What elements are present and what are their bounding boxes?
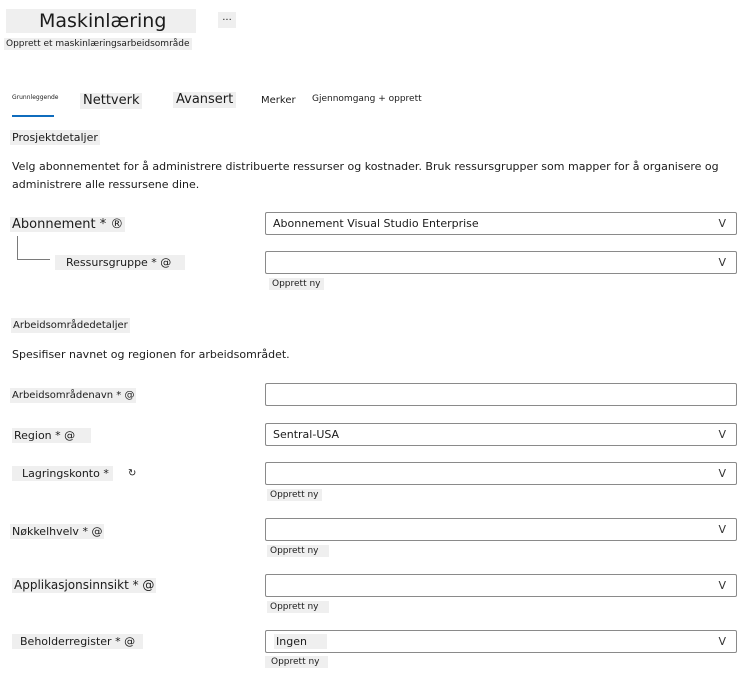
region-select[interactable]: Sentral-USA V	[265, 423, 737, 446]
chevron-down-icon: V	[718, 428, 726, 441]
tab-tags[interactable]: Merker	[261, 95, 296, 107]
chevron-down-icon: V	[718, 467, 726, 480]
appinsights-select[interactable]: V	[265, 574, 737, 597]
workspace-name-input[interactable]	[265, 383, 737, 406]
chevron-down-icon: V	[718, 523, 726, 536]
keyvault-label: Nøkkelhvelv * @	[10, 524, 105, 539]
keyvault-select[interactable]: V	[265, 518, 737, 541]
workspace-details-description: Spesifiser navnet og regionen for arbeid…	[12, 348, 290, 361]
tree-connector	[17, 259, 50, 260]
subscription-label: Abonnement * ®	[10, 217, 126, 232]
registry-select[interactable]: Ingen V	[265, 630, 737, 653]
workspace-details-heading: Arbeidsområdedetaljer	[11, 318, 130, 333]
tab-network[interactable]: Nettverk	[80, 93, 143, 109]
resource-group-select[interactable]: V	[265, 251, 737, 274]
project-details-description: Velg abonnementet for å administrere dis…	[12, 160, 719, 191]
tab-advanced[interactable]: Avansert	[173, 92, 237, 108]
appinsights-label: Applikasjonsinnsikt * @	[12, 578, 157, 593]
workspace-name-label: Arbeidsområdenavn * @	[10, 388, 137, 403]
chevron-down-icon: V	[718, 635, 726, 648]
storage-label: Lagringskonto *	[12, 466, 113, 481]
chevron-down-icon: V	[718, 579, 726, 592]
storage-select[interactable]: V	[265, 462, 737, 485]
tab-review-create[interactable]: Gjennomgang + opprett	[312, 93, 422, 105]
create-resource-group-link[interactable]: Opprett ny	[269, 278, 324, 290]
page-subtitle: Opprett et maskinlæringsarbeidsområde	[4, 38, 192, 50]
registry-value: Ingen	[274, 634, 327, 649]
resource-group-label: Ressursgruppe * @	[55, 255, 186, 270]
region-label: Region * @	[12, 428, 92, 443]
create-appinsights-link[interactable]: Opprett ny	[267, 601, 329, 613]
active-tab-indicator	[12, 115, 54, 117]
registry-label: Beholderregister * @	[12, 634, 144, 649]
tab-basics[interactable]: Grunnleggende	[12, 93, 59, 103]
more-options-button[interactable]: ...	[218, 12, 236, 28]
project-details-heading: Prosjektdetaljer	[10, 130, 100, 145]
chevron-down-icon: V	[718, 217, 726, 230]
refresh-icon: ↻	[128, 468, 137, 479]
chevron-down-icon: V	[718, 256, 726, 269]
create-storage-link[interactable]: Opprett ny	[267, 489, 322, 501]
create-keyvault-link[interactable]: Opprett ny	[267, 545, 329, 557]
create-registry-link[interactable]: Opprett ny	[265, 656, 328, 668]
region-value: Sentral-USA	[273, 428, 340, 441]
subscription-select[interactable]: Abonnement Visual Studio Enterprise V	[265, 212, 737, 235]
subscription-value: Abonnement Visual Studio Enterprise	[273, 217, 479, 230]
tree-connector	[17, 236, 18, 260]
page-title: Maskinlæring	[6, 9, 196, 33]
